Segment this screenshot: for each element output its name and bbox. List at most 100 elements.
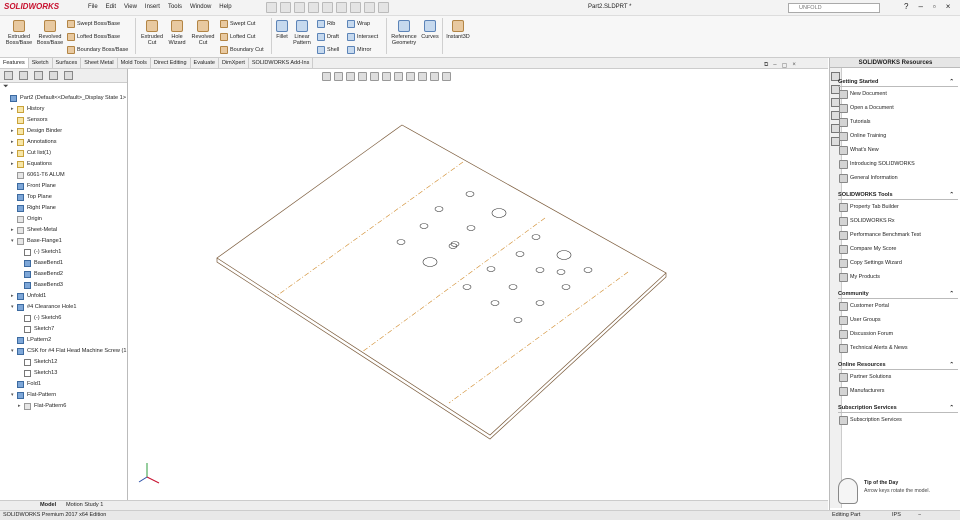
tree-item[interactable]: ▾ Flat-Pattern [0,390,127,401]
resource-link[interactable]: Online Training [838,129,958,143]
menu-edit[interactable]: Edit [106,4,116,10]
hole[interactable] [531,234,541,240]
tree-item[interactable]: Part2 (Default<<Default>_Display State 1… [0,93,127,104]
property-manager-icon[interactable] [19,71,28,80]
resource-link[interactable]: Partner Solutions [838,370,958,384]
dimxpert-manager-icon[interactable] [49,71,58,80]
menu-window[interactable]: Window [190,4,211,10]
viewport-maximize-icon[interactable]: ▢ [782,62,788,69]
hole[interactable] [508,284,518,290]
boundary-cut-button[interactable]: Boundary Cut [220,46,264,54]
tab-solidworks-addins[interactable]: SOLIDWORKS Add-Ins [249,58,314,68]
resource-link[interactable]: My Products [838,270,958,284]
hole[interactable] [561,284,571,290]
hole[interactable] [465,191,475,197]
section-view-icon[interactable] [358,72,367,81]
menu-view[interactable]: View [124,4,137,10]
hole[interactable] [434,206,444,212]
search-input[interactable]: UNFOLD [788,3,880,13]
viewport-close-icon[interactable]: × [792,62,796,69]
shell-button[interactable]: Shell [317,46,339,54]
undo-icon[interactable] [322,2,333,13]
options-gear-icon[interactable] [378,2,389,13]
hole[interactable] [396,239,406,245]
tree-item[interactable]: BaseBend3 [0,280,127,291]
resource-link[interactable]: Introducing SOLIDWORKS [838,157,958,171]
display-manager-icon[interactable] [64,71,73,80]
resource-link[interactable]: Customer Portal [838,299,958,313]
edit-appearance-icon[interactable] [406,72,415,81]
select-arrow-icon[interactable] [336,2,347,13]
hole[interactable] [515,251,525,257]
minimize-icon[interactable]: – [918,2,922,11]
resource-section-header[interactable]: Subscription Services ⌃ [838,404,958,413]
open-folder-icon[interactable] [280,2,291,13]
reference-geometry-button[interactable]: Reference Geometry [389,20,419,46]
view-settings-icon[interactable] [430,72,439,81]
tree-item[interactable]: ▾ Base-Flange1 [0,236,127,247]
status-arrow[interactable]: − [918,512,921,518]
tree-item[interactable]: LPattern2 [0,335,127,346]
collapse-chevron-icon[interactable]: ⌃ [949,361,954,370]
resource-link[interactable]: Compare My Score [838,242,958,256]
menu-tools[interactable]: Tools [168,4,182,10]
resource-link[interactable]: User Groups [838,313,958,327]
help-icon[interactable]: ? [904,2,908,11]
resource-link[interactable]: Property Tab Builder [838,200,958,214]
tree-item[interactable]: ▾ #4 Clearance Hole1 [0,302,127,313]
collapse-chevron-icon[interactable]: ⌃ [949,191,954,200]
hole[interactable] [513,317,523,323]
hole[interactable] [583,267,593,273]
collapse-chevron-icon[interactable]: ⌃ [949,290,954,299]
tree-item[interactable]: Right Plane [0,203,127,214]
lofted-cut-button[interactable]: Lofted Cut [220,33,255,41]
configuration-manager-icon[interactable] [34,71,43,80]
tree-item[interactable]: ▸ Sheet-Metal [0,225,127,236]
tree-item[interactable]: Sketch12 [0,357,127,368]
hole[interactable] [419,223,429,229]
file-properties-icon[interactable] [364,2,375,13]
instant3d-button[interactable]: Instant3D [444,20,472,40]
rebuild-icon[interactable] [350,2,361,13]
hole[interactable] [422,257,438,267]
lofted-boss-button[interactable]: Lofted Boss/Base [67,33,120,41]
hole[interactable] [466,225,476,231]
resource-link[interactable]: Discussion Forum [838,327,958,341]
tab-mold-tools[interactable]: Mold Tools [118,58,151,68]
hole[interactable] [462,284,472,290]
tree-item[interactable]: ▾ CSK for #4 Flat Head Machine Screw (1 [0,346,127,357]
tree-item[interactable]: Top Plane [0,192,127,203]
viewport-minimize-icon[interactable]: – [773,62,776,69]
intersect-button[interactable]: Intersect [347,33,378,41]
tree-item[interactable]: (-) Sketch1 [0,247,127,258]
resource-link[interactable]: Tutorials [838,115,958,129]
print-icon[interactable] [308,2,319,13]
resource-link[interactable]: What's New [838,143,958,157]
tab-features[interactable]: Features [0,58,29,68]
save-icon[interactable] [294,2,305,13]
viewport-restore-icon[interactable]: ⧉ [764,62,768,69]
hole[interactable] [535,300,545,306]
boundary-boss-button[interactable]: Boundary Boss/Base [67,46,128,54]
tab-surfaces[interactable]: Surfaces [53,58,82,68]
draft-button[interactable]: Draft [317,33,339,41]
tree-item[interactable]: BaseBend1 [0,258,127,269]
tree-item[interactable]: ▸ Equations [0,159,127,170]
swept-boss-button[interactable]: Swept Boss/Base [67,20,120,28]
hide-show-items-icon[interactable] [394,72,403,81]
resource-link[interactable]: Subscription Services [838,413,958,427]
resource-link[interactable]: General Information [838,171,958,185]
solidworks-logo[interactable]: SOLIDWORKS [4,2,59,11]
tab-dimxpert[interactable]: DimXpert [219,58,249,68]
hole[interactable] [491,208,507,218]
hole[interactable] [490,300,500,306]
sheet-top-face[interactable] [216,124,667,436]
fillet-button[interactable]: Fillet [274,20,290,40]
resource-section-header[interactable]: Online Resources ⌃ [838,361,958,370]
tree-item[interactable]: ▸ Flat-Pattern6 [0,401,127,412]
wrap-button[interactable]: Wrap [347,20,370,28]
hole[interactable] [535,267,545,273]
tree-item[interactable]: BaseBend2 [0,269,127,280]
tab-evaluate[interactable]: Evaluate [191,58,219,68]
tree-item[interactable]: ▸ Design Binder [0,126,127,137]
